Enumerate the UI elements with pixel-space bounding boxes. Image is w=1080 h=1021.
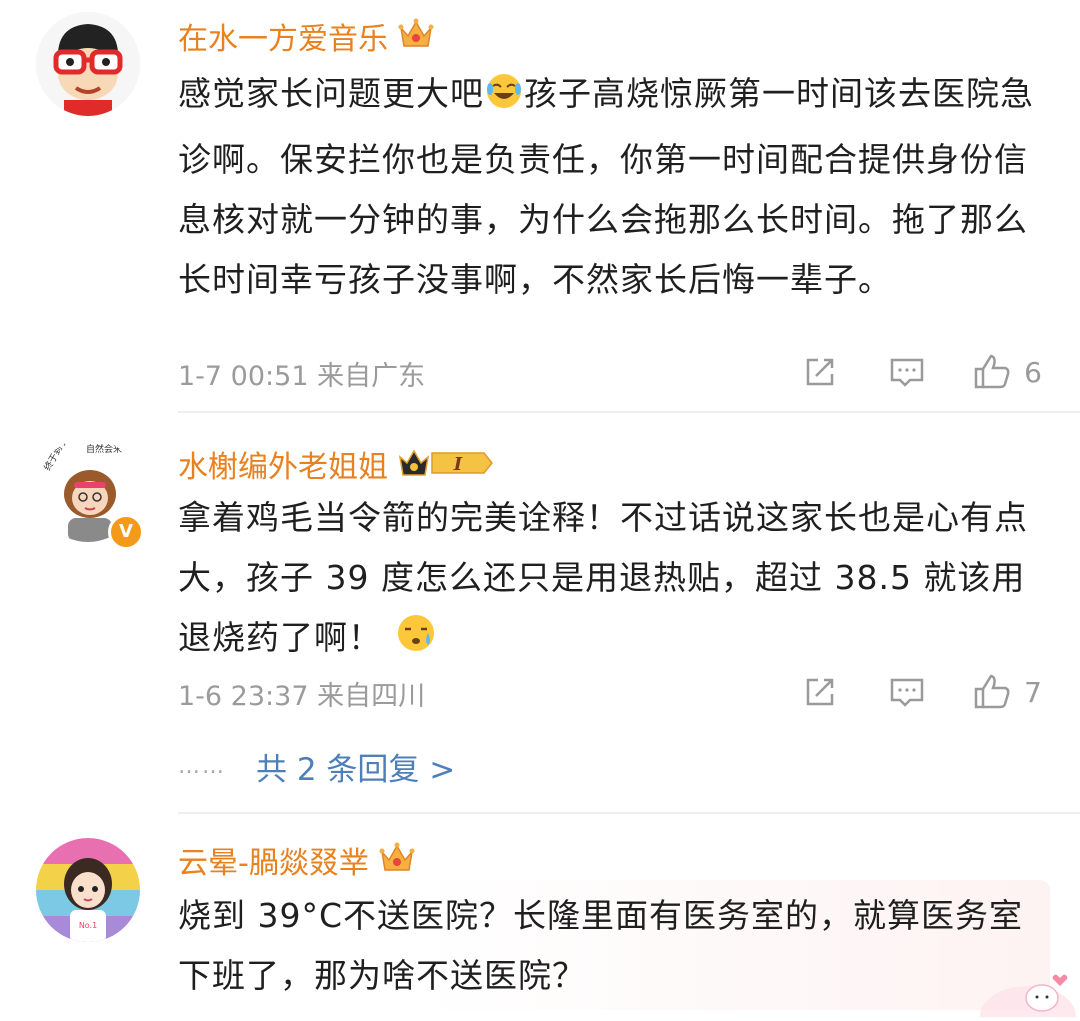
avatar[interactable] <box>36 12 140 116</box>
verified-badge: V <box>108 514 144 550</box>
crown-icon <box>398 18 434 54</box>
like-count: 7 <box>1024 675 1042 709</box>
comment-text-part: 感觉家长问题更大吧 <box>178 74 484 113</box>
comment-icon[interactable] <box>888 674 926 710</box>
avatar[interactable]: No.1 <box>36 838 140 942</box>
comment-text: 烧到 39°C不送医院？长隆里面有医务室的，就算医务室下班了，那为啥不送医院？ <box>178 886 1038 1006</box>
like-icon <box>972 673 1012 711</box>
comment-text-part: 拿着鸡毛当令箭的完美诠释！不过话说这家长也是心有点大，孩子 39 度怎么还只是用… <box>178 498 1028 657</box>
vip-crown-badge: I <box>398 445 494 483</box>
divider <box>178 411 1080 413</box>
like-icon <box>972 353 1012 391</box>
like-button[interactable]: 7 <box>972 673 1042 711</box>
username[interactable]: 水榭编外老姐姐 <box>178 442 388 486</box>
like-count: 6 <box>1024 355 1042 389</box>
replies-dots: …… <box>178 754 226 779</box>
comment-icon[interactable] <box>888 354 926 390</box>
divider <box>178 812 1080 814</box>
sweat-emoji <box>394 611 438 674</box>
vip-level-text: I <box>453 454 463 475</box>
view-replies-link[interactable]: 共 2 条回复 > <box>256 744 455 789</box>
username-row: 水榭编外老姐姐 I <box>178 442 494 486</box>
username-row: 在水一方爱音乐 <box>178 14 434 58</box>
crying-laughing-emoji <box>484 70 524 130</box>
share-icon[interactable] <box>802 674 838 710</box>
replies-row: …… 共 2 条回复 > <box>178 744 455 789</box>
comment-text: 感觉家长问题更大吧 孩子高烧惊厥第一时间该去医院急诊啊。保安拦你也是负责任，你第一… <box>178 64 1048 310</box>
like-button[interactable]: 6 <box>972 353 1042 391</box>
crown-icon <box>379 842 415 878</box>
avatar-caption-right: 自然会来看我 <box>86 443 140 455</box>
username-row: 云晕-腡燚叕丵 <box>178 838 415 882</box>
avatar-shirt-text: No.1 <box>79 921 97 930</box>
comment-text: 拿着鸡毛当令箭的完美诠释！不过话说这家长也是心有点大，孩子 39 度怎么还只是用… <box>178 488 1053 674</box>
username[interactable]: 云晕-腡燚叕丵 <box>178 838 369 882</box>
comment-actions: 7 <box>802 670 1042 714</box>
comment-meta: 1-7 00:51 来自广东 <box>178 361 426 392</box>
username[interactable]: 在水一方爱音乐 <box>178 14 388 58</box>
comment-text-part: 烧到 39°C不送医院？长隆里面有医务室的，就算医务室下班了，那为啥不送医院？ <box>178 896 1024 995</box>
comment-actions: 6 <box>802 350 1042 394</box>
sticker-decoration <box>968 968 1080 1021</box>
comment-meta: 1-6 23:37 来自四川 <box>178 681 426 712</box>
share-icon[interactable] <box>802 354 838 390</box>
